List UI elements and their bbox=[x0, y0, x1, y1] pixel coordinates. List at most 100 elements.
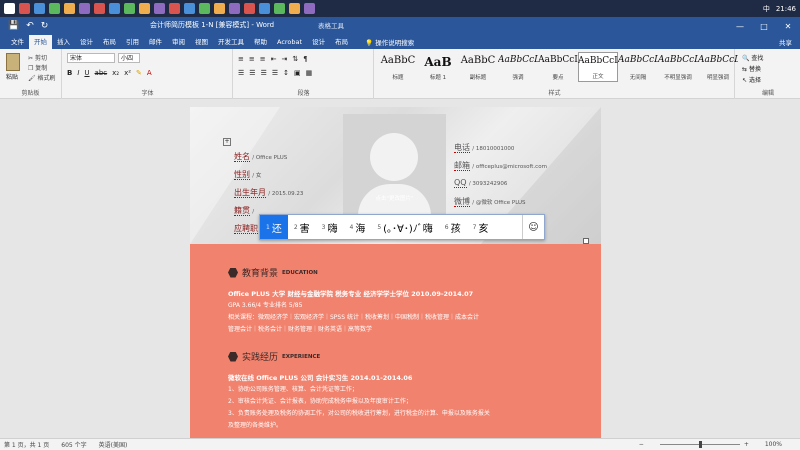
info-value[interactable]: / 2015.09.23 bbox=[268, 191, 303, 197]
info-value[interactable]: / Office PLUS bbox=[252, 155, 287, 161]
line-spacing-icon[interactable]: ↕ bbox=[283, 69, 289, 77]
show-marks-icon[interactable]: ¶ bbox=[303, 55, 307, 63]
strikethrough-button[interactable]: abc bbox=[95, 69, 108, 77]
education-line[interactable]: Office PLUS 大学 财经与金融学院 税务专业 经济学学士学位 2010… bbox=[228, 288, 473, 298]
taskbar-app-icon[interactable] bbox=[244, 3, 255, 14]
experience-line[interactable]: 2、审核会计凭证、会计报表，协助完成税务申报以及年度审计工作； bbox=[228, 396, 412, 405]
taskbar-app-icon[interactable] bbox=[229, 3, 240, 14]
restore-icon[interactable]: □ bbox=[752, 17, 776, 35]
increase-indent-icon[interactable]: ⇥ bbox=[282, 55, 288, 63]
info-label[interactable]: 姓名 bbox=[234, 152, 250, 162]
taskbar-app-icon[interactable] bbox=[274, 3, 285, 14]
taskbar-app-icon[interactable] bbox=[169, 3, 180, 14]
taskbar-app-icon[interactable] bbox=[124, 3, 135, 14]
format-painter-button[interactable]: 🖌 格式刷 bbox=[28, 73, 56, 82]
align-left-icon[interactable]: ☰ bbox=[238, 69, 244, 77]
highlight-icon[interactable]: ✎ bbox=[136, 69, 142, 77]
start-icon[interactable] bbox=[4, 3, 15, 14]
paste-button[interactable]: 粘贴 bbox=[6, 72, 18, 81]
numbering-icon[interactable]: ≡ bbox=[249, 55, 255, 63]
taskbar-app-icon[interactable] bbox=[34, 3, 45, 14]
find-button[interactable]: 🔍 查找 bbox=[742, 53, 763, 62]
share-button[interactable]: 共享 bbox=[779, 37, 800, 47]
close-icon[interactable]: ✕ bbox=[776, 17, 800, 35]
info-label[interactable]: 电话 bbox=[454, 143, 470, 153]
experience-line[interactable]: 及整理的各类维护。 bbox=[228, 420, 282, 429]
bold-button[interactable]: B bbox=[67, 69, 72, 77]
style-tile[interactable]: AaBbCcL 正文 bbox=[578, 52, 618, 82]
info-label[interactable]: QQ bbox=[454, 178, 467, 188]
taskbar-app-icon[interactable] bbox=[304, 3, 315, 14]
info-label[interactable]: 出生年月 bbox=[234, 188, 266, 198]
experience-line[interactable]: 1、协助公司账务管理、核算、会计凭证等工作； bbox=[228, 384, 358, 393]
font-size-select[interactable]: 小四 bbox=[118, 53, 140, 63]
align-right-icon[interactable]: ☰ bbox=[261, 69, 267, 77]
clock[interactable]: 21:46 bbox=[776, 5, 796, 13]
tab-10[interactable]: 帮助 bbox=[249, 35, 272, 49]
taskbar-app-icon[interactable] bbox=[19, 3, 30, 14]
style-tile[interactable]: AaBbC 标题 bbox=[378, 52, 418, 82]
cut-button[interactable]: ✂ 剪切 bbox=[28, 53, 47, 62]
style-tile[interactable]: AaBbC 副标题 bbox=[458, 52, 498, 82]
minimize-icon[interactable]: — bbox=[728, 17, 752, 35]
info-value[interactable]: / bbox=[252, 209, 254, 215]
tab-8[interactable]: 视图 bbox=[190, 35, 213, 49]
subscript-button[interactable]: x₂ bbox=[112, 69, 119, 77]
info-label[interactable]: 籍贯 bbox=[234, 206, 250, 216]
taskbar-app-icon[interactable] bbox=[214, 3, 225, 14]
select-button[interactable]: ↖ 选择 bbox=[742, 75, 761, 84]
info-value[interactable]: / officeplus@microsoft.com bbox=[472, 164, 547, 170]
redo-icon[interactable]: ↻ bbox=[41, 21, 49, 31]
ime-candidate[interactable]: 5 (｡･∀･)ﾉﾞ嗨 bbox=[371, 215, 438, 239]
bullets-icon[interactable]: ≡ bbox=[238, 55, 244, 63]
experience-line[interactable]: 3、负责账务处理及税务的协调工作，对公司的税收进行筹划，进行税金的计算、申报以及… bbox=[228, 408, 490, 417]
zoom-slider-thumb[interactable] bbox=[698, 441, 702, 448]
education-line[interactable]: GPA 3.66/4 专业排名 5/85 bbox=[228, 300, 302, 309]
ime-candidate[interactable]: 6孩 bbox=[439, 215, 467, 239]
justify-icon[interactable]: ☰ bbox=[272, 69, 278, 77]
tab-13[interactable]: 布局 bbox=[330, 35, 353, 49]
style-tile[interactable]: AaBbCcI 要点 bbox=[538, 52, 578, 82]
tell-me-search[interactable]: 💡 操作说明搜索 bbox=[365, 37, 414, 47]
ime-indicator[interactable]: 中 bbox=[763, 4, 770, 14]
style-tile[interactable]: AaBbCcL 明显强调 bbox=[698, 52, 738, 82]
zoom-slider[interactable] bbox=[659, 441, 740, 448]
taskbar-app-icon[interactable] bbox=[139, 3, 150, 14]
font-name-select[interactable]: 宋体 bbox=[67, 53, 115, 63]
taskbar-app-icon[interactable] bbox=[154, 3, 165, 14]
ime-candidate[interactable]: 7亥 bbox=[467, 215, 495, 239]
emoji-icon[interactable]: ☺ bbox=[522, 215, 544, 239]
taskbar-app-icon[interactable] bbox=[94, 3, 105, 14]
info-value[interactable]: / 3093242906 bbox=[469, 181, 508, 187]
undo-icon[interactable]: ↶ bbox=[26, 21, 34, 31]
tab-3[interactable]: 设计 bbox=[75, 35, 98, 49]
style-tile[interactable]: AaBbCcL 无间隔 bbox=[618, 52, 658, 82]
paste-icon[interactable] bbox=[6, 53, 20, 71]
style-tile[interactable]: AaB 标题 1 bbox=[418, 52, 458, 82]
education-line[interactable]: 管理会计｜税务会计｜财务管理｜财务英语｜高等数学 bbox=[228, 324, 372, 333]
table-move-handle[interactable]: + bbox=[223, 138, 231, 146]
zoom-in-button[interactable]: + bbox=[744, 441, 749, 448]
taskbar-app-icon[interactable] bbox=[49, 3, 60, 14]
taskbar-app-icon[interactable] bbox=[199, 3, 210, 14]
taskbar-app-icon[interactable] bbox=[79, 3, 90, 14]
tab-0[interactable]: 文件 bbox=[6, 35, 29, 49]
taskbar-app-icon[interactable] bbox=[184, 3, 195, 14]
style-tile[interactable]: AaBbCcL 不明显强调 bbox=[658, 52, 698, 82]
multilevel-icon[interactable]: ≡ bbox=[260, 55, 266, 63]
info-value[interactable]: / 女 bbox=[252, 173, 261, 179]
tab-9[interactable]: 开发工具 bbox=[213, 35, 249, 49]
replace-button[interactable]: ⇆ 替换 bbox=[742, 64, 761, 73]
info-label[interactable]: 应聘职 bbox=[234, 224, 258, 234]
page-count[interactable]: 第 1 页，共 1 页 bbox=[4, 440, 49, 449]
decrease-indent-icon[interactable]: ⇤ bbox=[271, 55, 277, 63]
tab-7[interactable]: 审阅 bbox=[167, 35, 190, 49]
style-tile[interactable]: AaBbCcL 强调 bbox=[498, 52, 538, 82]
zoom-level[interactable]: 100% bbox=[765, 441, 782, 448]
document-page[interactable]: + 点击"更改图片" 姓名 / Office PLUS 性别 / 女出生年月 / … bbox=[190, 107, 601, 438]
taskbar-app-icon[interactable] bbox=[289, 3, 300, 14]
table-resize-handle[interactable] bbox=[583, 238, 589, 244]
tab-5[interactable]: 引用 bbox=[121, 35, 144, 49]
underline-button[interactable]: U bbox=[84, 69, 89, 77]
info-label[interactable]: 性别 bbox=[234, 170, 250, 180]
